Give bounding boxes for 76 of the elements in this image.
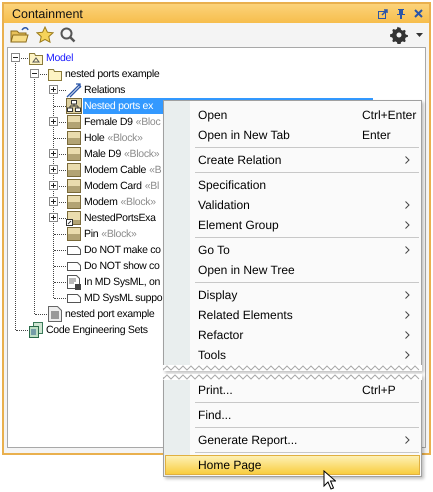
menu-item[interactable]: Create Relation [166,150,419,170]
stereotype-label: «Block» [123,148,160,160]
block-icon [66,114,82,130]
block-icon [66,130,82,146]
menu-item[interactable]: Validation [166,195,419,215]
block-icon [66,162,82,178]
folder-icon[interactable] [10,26,30,44]
expand-icon[interactable] [49,149,58,158]
expand-icon[interactable] [49,197,58,206]
stereotype-label: «Bloc [134,116,160,128]
panel-title: Containment [12,6,84,20]
expand-icon[interactable] [49,85,58,94]
tree-item[interactable]: Modem [83,194,119,210]
tree-item[interactable]: Pin [83,226,100,242]
shortcut-label: Ctrl+Enter [362,108,416,122]
block-icon [66,226,82,242]
menu-item[interactable]: Find... [166,405,419,425]
tree-item[interactable]: Do NOT show co [83,258,161,274]
menu-item[interactable]: Home Page [165,455,420,475]
menu-item[interactable]: Open Ctrl+Enter [166,105,419,125]
menu-item[interactable]: Specification [166,175,419,195]
stereotype-label: «Block» [120,196,156,208]
model-icon [28,50,44,66]
note-icon [66,274,82,290]
relations-icon [66,82,82,98]
menu-item[interactable]: Go To [166,240,419,260]
menu-item[interactable]: Generate Report... [166,430,419,450]
tree-item[interactable]: In MD SysML, on [83,274,162,290]
menu-item[interactable]: Element Group [166,215,419,235]
menu-item[interactable]: Refactor [166,325,419,345]
close-icon[interactable] [414,9,423,18]
block-icon [66,146,82,162]
block-icon [66,178,82,194]
document-icon [47,305,63,323]
expand-icon[interactable] [49,213,58,222]
shortcut-label: Ctrl+P [362,383,396,397]
expand-icon[interactable] [49,181,58,190]
menu-item[interactable]: Open in New Tab Enter [166,125,419,145]
block-icon [66,210,82,226]
tree-item[interactable]: nested ports example [64,66,160,82]
pin-icon[interactable] [397,8,405,18]
tree-item[interactable]: Modem Cable [83,162,148,178]
tree-item[interactable]: nested port example [64,306,156,322]
tree-item[interactable]: Modem Card [83,178,143,194]
menu-item[interactable]: Print... Ctrl+P [166,380,419,400]
diagram-icon [66,98,82,114]
menu-item[interactable]: Tools [166,345,419,365]
tree-item[interactable]: Relations [83,82,126,98]
stereotype-label: «Block» [106,132,143,144]
undock-icon[interactable] [378,8,388,18]
folder-icon [47,66,63,82]
stereotype-label: «B [148,164,162,176]
shortcut-label: Enter [362,128,391,142]
menu-item[interactable]: Related Elements [166,305,419,325]
tree-item[interactable]: Female D9 [83,114,134,130]
code-sets-icon [28,322,44,338]
tree-item[interactable]: Model [45,50,74,66]
star-icon[interactable] [36,26,54,44]
settings-icon[interactable] [390,26,408,44]
menu-item[interactable]: Open in New Tree [166,260,419,280]
block-icon [66,194,82,210]
stereotype-label: «Block» [100,228,137,240]
expand-icon[interactable] [49,165,58,174]
collapse-icon[interactable] [30,69,39,78]
tree-item[interactable]: Male D9 [83,146,122,162]
collapse-icon[interactable] [11,53,20,62]
tree-item[interactable]: Do NOT make co [83,242,162,258]
stereotype-label: «Bl [144,180,159,192]
tree-item[interactable]: MD SysML suppo [83,290,164,306]
expand-icon[interactable] [49,117,58,126]
tree-item[interactable]: Code Engineering Sets [45,322,149,338]
menu-item[interactable]: Display [166,285,419,305]
tree-item[interactable]: NestedPortsExa [83,210,157,226]
search-icon[interactable] [60,26,76,44]
caret-icon[interactable] [416,33,423,37]
tree-item[interactable]: Hole [83,130,106,146]
